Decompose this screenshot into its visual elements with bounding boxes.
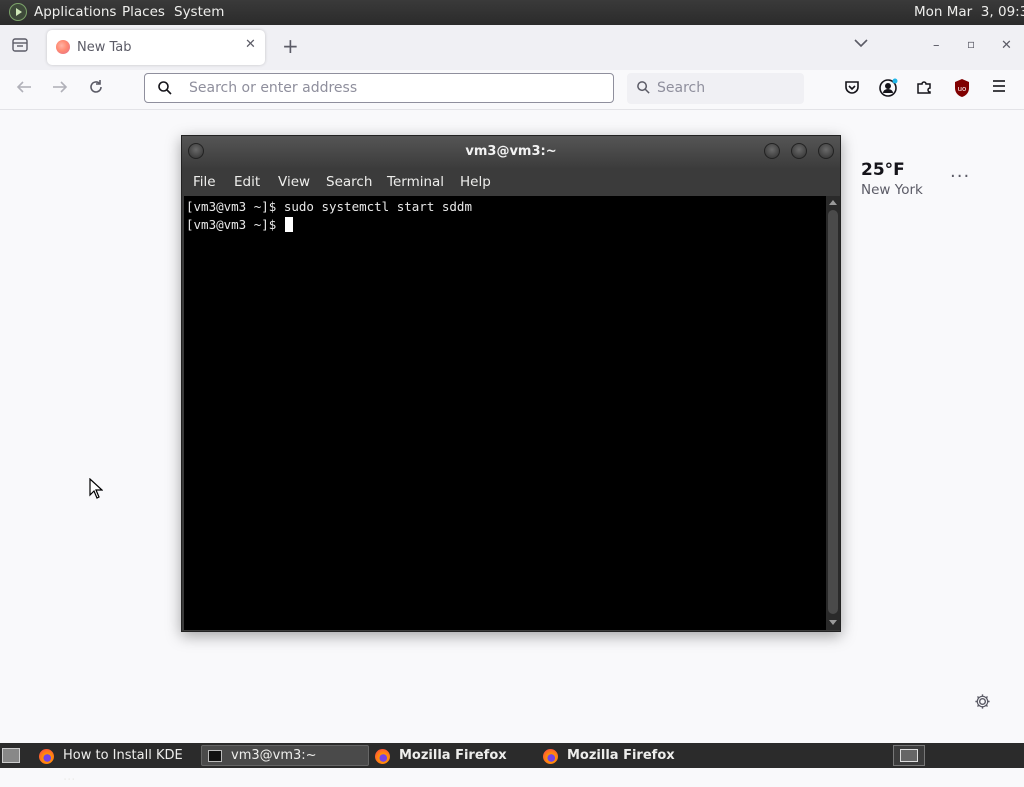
clock[interactable]: Mon Mar 3, 09:31 <box>914 4 1024 20</box>
menu-search[interactable]: Search <box>326 174 372 190</box>
search-icon <box>157 80 173 100</box>
places-menu[interactable]: Places <box>122 4 165 20</box>
scrollbar-thumb[interactable] <box>828 210 838 614</box>
terminal-title: vm3@vm3:~ <box>465 144 557 159</box>
taskbar-item-terminal[interactable]: vm3@vm3:~ <box>201 745 369 766</box>
show-desktop-icon[interactable] <box>2 748 20 763</box>
distro-logo-icon[interactable] <box>9 3 27 21</box>
account-icon[interactable] <box>877 78 899 100</box>
firefox-icon <box>39 749 54 764</box>
customize-gear-icon[interactable] <box>974 693 991 714</box>
address-placeholder: Search or enter address <box>189 80 358 96</box>
applications-menu[interactable]: Applications <box>34 4 116 20</box>
top-panel: Applications Places System Mon Mar 3, 09… <box>0 0 1024 25</box>
weather-city[interactable]: New York <box>861 182 923 198</box>
tab-close-icon[interactable]: ✕ <box>245 37 256 52</box>
address-bar[interactable]: Search or enter address <box>144 73 614 103</box>
tab-new-tab[interactable]: New Tab ✕ <box>47 30 265 65</box>
workspace-switcher[interactable] <box>893 745 925 766</box>
reload-icon[interactable] <box>85 78 107 100</box>
weather-more-options-button[interactable]: ··· <box>950 166 970 187</box>
terminal-close-button[interactable] <box>818 143 834 159</box>
terminal-icon <box>208 750 222 762</box>
taskbar-item-howto-firefox[interactable]: How to Install KDE ... <box>32 745 196 784</box>
terminal-menubar: File Edit View Search Terminal Help <box>182 168 840 196</box>
svg-text:uo: uo <box>958 85 967 93</box>
taskbar-item-label: Mozilla Firefox <box>567 748 675 763</box>
terminal-line: [vm3@vm3 ~]$ sudo systemctl start sddm <box>186 199 472 214</box>
search-placeholder: Search <box>657 80 706 96</box>
menu-edit[interactable]: Edit <box>234 174 260 190</box>
minimize-button[interactable]: – <box>933 38 940 53</box>
taskbar-item-label: How to Install KDE ... <box>63 748 183 784</box>
terminal-maximize-button[interactable] <box>791 143 807 159</box>
taskbar-item-firefox-1[interactable]: Mozilla Firefox <box>372 745 536 766</box>
forward-arrow-icon[interactable] <box>49 78 71 100</box>
terminal-output[interactable]: [vm3@vm3 ~]$ sudo systemctl start sddm [… <box>184 196 826 630</box>
list-all-tabs-chevron-down-icon[interactable] <box>854 37 868 52</box>
search-icon <box>636 80 651 99</box>
new-tab-button[interactable]: + <box>282 34 299 58</box>
extensions-puzzle-icon[interactable] <box>913 78 935 100</box>
scroll-down-arrow-icon[interactable] <box>829 620 837 625</box>
firefox-icon <box>543 749 558 764</box>
weather-temperature[interactable]: 25°F <box>861 160 905 180</box>
mouse-pointer-icon <box>89 477 104 503</box>
scroll-up-arrow-icon[interactable] <box>829 200 837 205</box>
hamburger-menu-icon[interactable] <box>988 78 1010 100</box>
taskbar-item-firefox-2[interactable]: Mozilla Firefox <box>540 745 704 766</box>
menu-help[interactable]: Help <box>460 174 491 190</box>
close-window-button[interactable]: ✕ <box>1001 38 1012 53</box>
terminal-prompt: [vm3@vm3 ~]$ <box>186 217 284 232</box>
menu-file[interactable]: File <box>193 174 216 190</box>
menu-view[interactable]: View <box>278 174 310 190</box>
terminal-window[interactable]: vm3@vm3:~ File Edit View Search Terminal… <box>181 135 841 632</box>
taskbar: How to Install KDE ... vm3@vm3:~ Mozilla… <box>0 743 1024 784</box>
tab-title: New Tab <box>77 40 132 55</box>
menu-terminal[interactable]: Terminal <box>387 174 444 190</box>
ublock-origin-shield-icon[interactable]: uo <box>951 78 973 100</box>
terminal-scrollbar[interactable] <box>826 196 840 630</box>
terminal-prompt-line: [vm3@vm3 ~]$ <box>186 217 293 232</box>
firefox-icon <box>375 749 390 764</box>
terminal-minimize-button[interactable] <box>764 143 780 159</box>
taskbar-item-label: Mozilla Firefox <box>399 748 507 763</box>
terminal-cursor <box>284 217 293 232</box>
search-bar[interactable]: Search <box>627 73 804 104</box>
pocket-icon[interactable] <box>841 78 863 100</box>
firefox-view-icon[interactable] <box>9 36 31 58</box>
workspace-1[interactable] <box>900 749 918 762</box>
system-menu[interactable]: System <box>174 4 224 20</box>
firefox-favicon-icon <box>56 40 70 54</box>
maximize-button[interactable]: ▫ <box>967 37 975 51</box>
back-arrow-icon[interactable] <box>13 78 35 100</box>
terminal-titlebar[interactable]: vm3@vm3:~ <box>182 136 840 168</box>
taskbar-item-label: vm3@vm3:~ <box>231 748 317 763</box>
